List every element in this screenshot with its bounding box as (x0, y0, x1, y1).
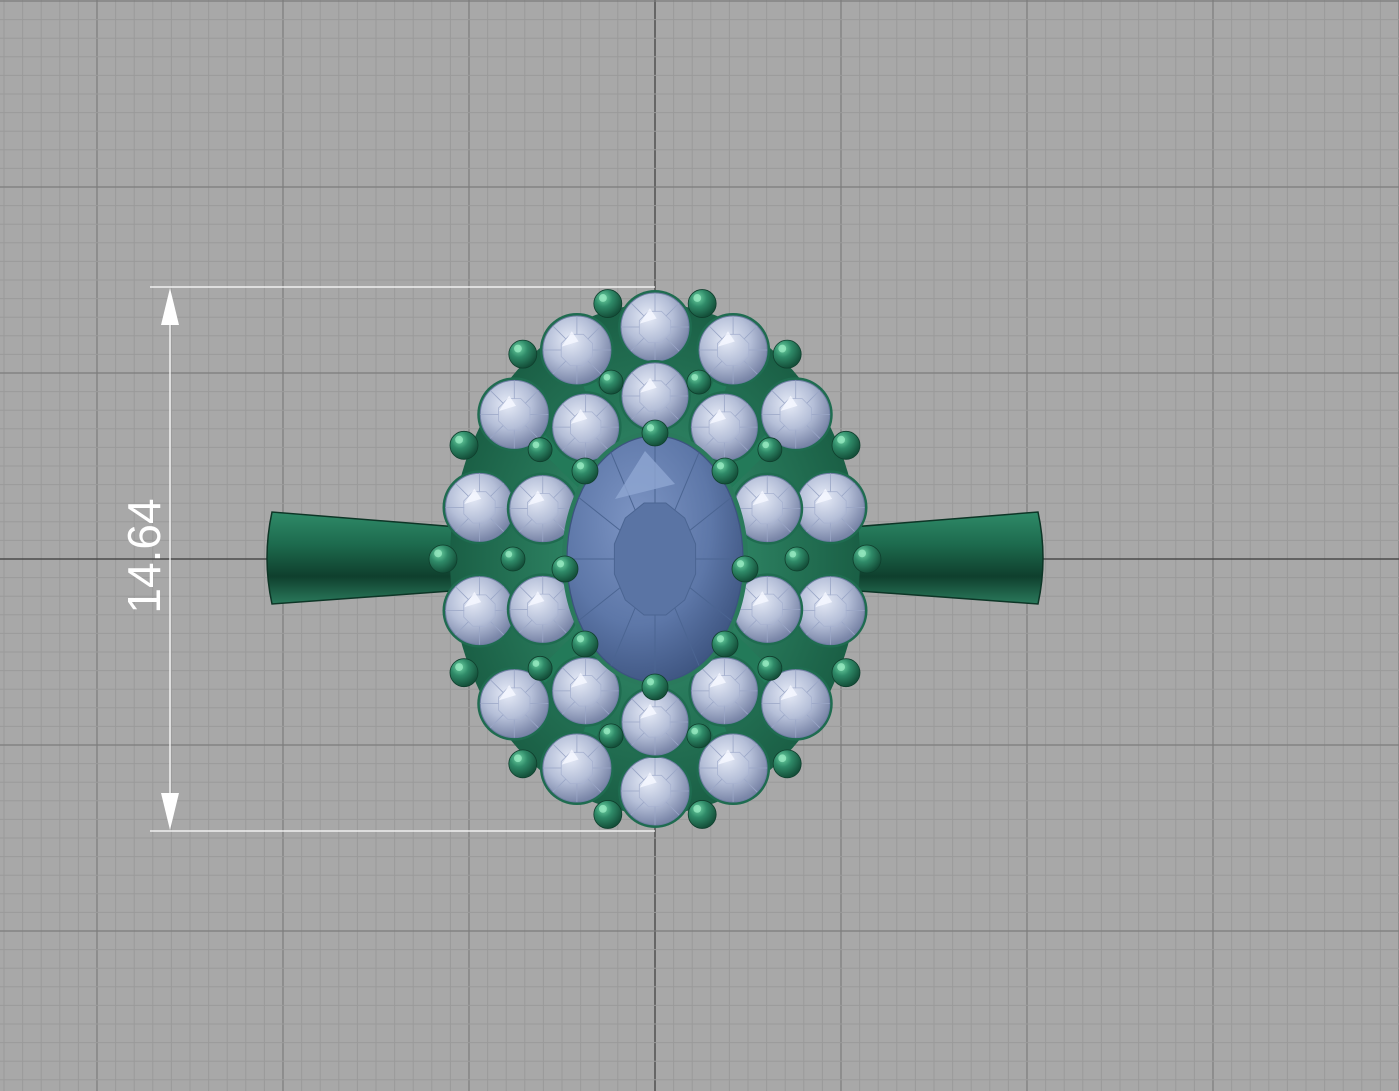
inner-prong[interactable] (527, 655, 553, 681)
center-prong[interactable] (571, 457, 599, 485)
inner-prong[interactable] (598, 723, 624, 749)
outer-prong[interactable] (852, 544, 882, 574)
halo-outer-stone[interactable] (442, 573, 517, 648)
dimension-value: 14.64 (118, 498, 170, 613)
halo-outer-stone[interactable] (793, 470, 868, 545)
center-prong[interactable] (711, 457, 739, 485)
center-prong[interactable] (711, 630, 739, 658)
outer-prong[interactable] (687, 289, 717, 318)
outer-prong[interactable] (772, 339, 802, 369)
outer-prong[interactable] (831, 430, 861, 460)
outer-prong[interactable] (508, 339, 538, 369)
center-prong[interactable] (571, 630, 599, 658)
dimension-arrow-top-icon (161, 288, 179, 325)
outer-prong[interactable] (449, 430, 479, 460)
inner-prong[interactable] (757, 437, 783, 463)
center-prong[interactable] (731, 555, 759, 583)
halo-outer-stone[interactable] (793, 573, 868, 648)
center-prong[interactable] (551, 555, 579, 583)
inner-prong[interactable] (686, 723, 712, 749)
inner-prong[interactable] (757, 655, 783, 681)
outer-prong[interactable] (687, 800, 717, 829)
inner-prong[interactable] (527, 437, 553, 463)
halo-outer-stone[interactable] (618, 290, 692, 364)
outer-prong[interactable] (449, 658, 479, 688)
outer-prong[interactable] (508, 749, 538, 779)
outer-prong[interactable] (428, 544, 458, 574)
ring-model[interactable] (266, 289, 1044, 829)
center-prong[interactable] (641, 419, 669, 447)
cad-viewport[interactable]: 14.64 (0, 0, 1399, 1091)
inner-prong[interactable] (500, 546, 526, 572)
outer-prong[interactable] (593, 800, 623, 829)
inner-prong[interactable] (686, 369, 712, 395)
inner-prong[interactable] (598, 369, 624, 395)
outer-prong[interactable] (772, 749, 802, 779)
outer-prong[interactable] (593, 289, 623, 318)
dimension-arrow-bottom-icon (161, 793, 179, 830)
center-prong[interactable] (641, 673, 669, 701)
halo-outer-stone[interactable] (442, 470, 517, 545)
viewport-canvas[interactable]: 14.64 (0, 0, 1399, 1091)
halo-outer-stone[interactable] (618, 754, 692, 828)
inner-prong[interactable] (784, 546, 810, 572)
outer-prong[interactable] (831, 658, 861, 688)
